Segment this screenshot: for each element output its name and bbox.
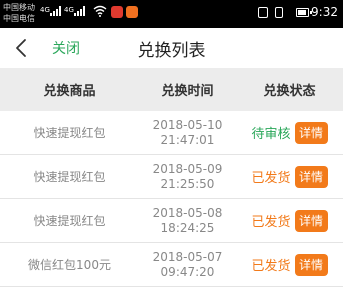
exchange-clock: 21:47:01	[160, 132, 215, 147]
status-label: 已发货	[251, 259, 291, 274]
exchange-date: 2018-05-08	[152, 205, 223, 220]
details-button[interactable]: 详情	[294, 209, 328, 232]
vibrate-icon	[275, 7, 283, 18]
status-time: 9:32	[311, 5, 338, 19]
carrier-label-primary: 中国移动	[3, 3, 35, 12]
network-type-label: 4G	[40, 6, 50, 14]
details-button[interactable]: 详情	[294, 253, 328, 276]
exchange-date: 2018-05-07	[152, 249, 223, 264]
exchange-date: 2018-05-09	[152, 161, 223, 176]
status-label: 待审核	[251, 127, 291, 142]
exchange-clock: 21:25:50	[160, 176, 215, 191]
nfc-icon	[258, 7, 268, 18]
exchange-time: 2018-05-08 18:24:25	[139, 206, 236, 236]
status-cell: 已发货 详情	[236, 209, 343, 232]
exchange-clock: 18:24:25	[160, 220, 215, 235]
exchange-clock: 09:47:20	[160, 264, 215, 279]
column-header-time: 兑换时间	[161, 84, 214, 99]
table-row: 微信红包100元 2018-05-07 09:47:20 已发货 详情	[0, 243, 343, 287]
exchange-time: 2018-05-09 21:25:50	[139, 162, 236, 192]
signal-strength-icon-2	[74, 6, 85, 16]
status-bar: 中国移动 中国电信 4G 4G 9:32	[0, 0, 343, 28]
product-name: 微信红包100元	[28, 258, 111, 272]
status-label: 已发货	[251, 215, 291, 230]
status-cell: 已发货 详情	[236, 165, 343, 188]
product-name: 快速提现红包	[33, 214, 106, 228]
column-header-status: 兑换状态	[263, 84, 316, 99]
exchange-list: 快速提现红包 2018-05-10 21:47:01 待审核 详情 快速提现红包…	[0, 111, 343, 287]
table-row: 快速提现红包 2018-05-08 18:24:25 已发货 详情	[0, 199, 343, 243]
app-notification-icon-2	[126, 6, 138, 18]
column-header-product: 兑换商品	[43, 84, 96, 99]
battery-icon	[296, 8, 312, 17]
status-cell: 待审核 详情	[236, 121, 343, 144]
carrier-label-secondary: 中国电信	[3, 14, 35, 23]
table-header: 兑换商品 兑换时间 兑换状态	[0, 68, 343, 111]
app-notification-icon	[111, 6, 123, 18]
exchange-time: 2018-05-10 21:47:01	[139, 118, 236, 148]
wifi-icon	[93, 5, 107, 17]
page-title: 兑换列表	[137, 41, 206, 61]
status-label: 已发货	[251, 171, 291, 186]
nav-bar: 关闭 兑换列表	[0, 28, 343, 68]
signal-strength-icon	[50, 6, 61, 16]
table-row: 快速提现红包 2018-05-10 21:47:01 待审核 详情	[0, 111, 343, 155]
product-name: 快速提现红包	[33, 170, 106, 184]
table-row: 快速提现红包 2018-05-09 21:25:50 已发货 详情	[0, 155, 343, 199]
exchange-time: 2018-05-07 09:47:20	[139, 250, 236, 280]
details-button[interactable]: 详情	[294, 165, 328, 188]
network-type-label-2: 4G	[64, 6, 74, 14]
exchange-date: 2018-05-10	[152, 117, 223, 132]
details-button[interactable]: 详情	[294, 121, 328, 144]
product-name: 快速提现红包	[33, 126, 106, 140]
status-cell: 已发货 详情	[236, 253, 343, 276]
